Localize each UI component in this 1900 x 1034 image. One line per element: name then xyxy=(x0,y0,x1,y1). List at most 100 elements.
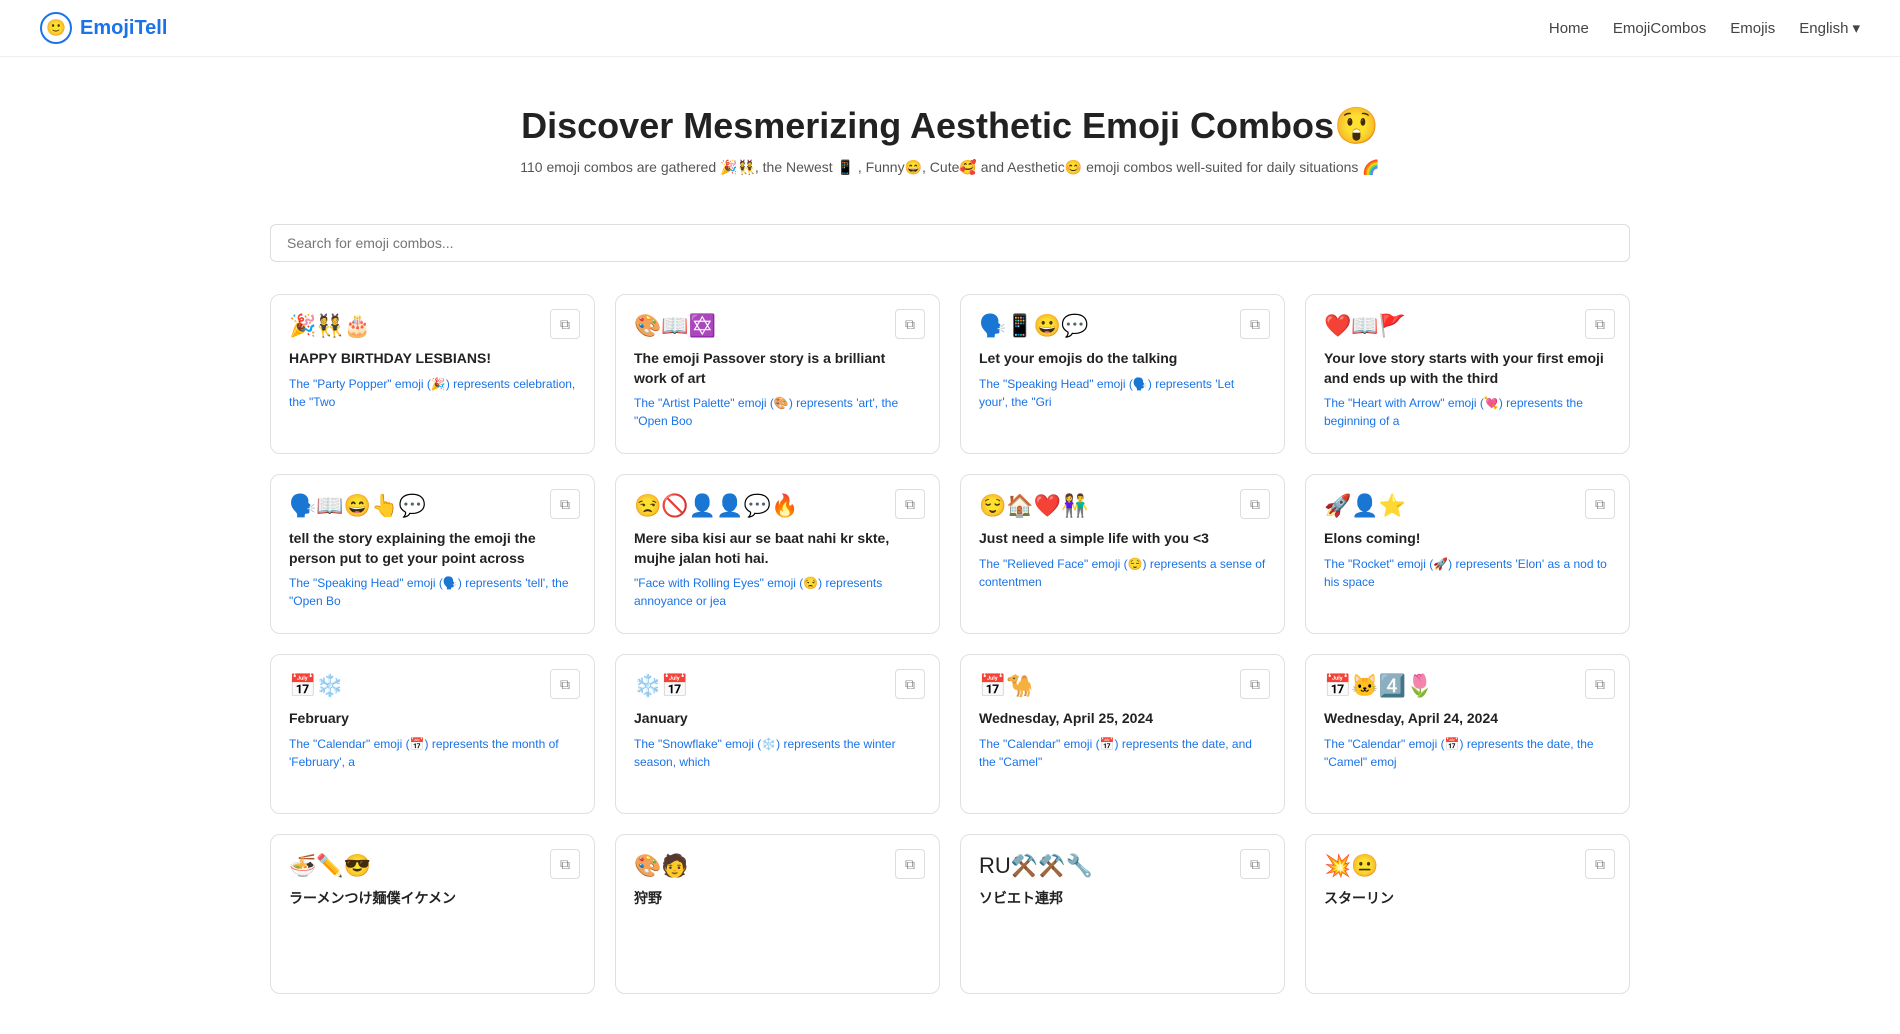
copy-button[interactable]: ⧉ xyxy=(1585,669,1615,699)
nav-emojis[interactable]: Emojis xyxy=(1730,20,1775,37)
copy-button[interactable]: ⧉ xyxy=(550,309,580,339)
card-emojis: 💥😐 xyxy=(1324,853,1611,879)
card-emojis: 🚀👤⭐ xyxy=(1324,493,1611,519)
card-description: The "Relieved Face" emoji (😌) represents… xyxy=(979,555,1266,591)
card-title: Mere siba kisi aur se baat nahi kr skte,… xyxy=(634,529,921,568)
card: 😒🚫👤👤💬🔥 ⧉ Mere siba kisi aur se baat nahi… xyxy=(615,474,940,634)
card: 📅🐱4️⃣🌷 ⧉ Wednesday, April 24, 2024 The "… xyxy=(1305,654,1630,814)
card-emojis: 😌🏠❤️👫 xyxy=(979,493,1266,519)
copy-icon: ⧉ xyxy=(905,496,915,513)
logo-icon: 🙂 xyxy=(40,12,72,44)
copy-icon: ⧉ xyxy=(560,496,570,513)
copy-button[interactable]: ⧉ xyxy=(895,849,925,879)
nav-links: Home EmojiCombos Emojis English ▾ xyxy=(1549,19,1860,37)
copy-button[interactable]: ⧉ xyxy=(550,669,580,699)
copy-icon: ⧉ xyxy=(1250,496,1260,513)
card-description: The "Snowflake" emoji (❄️) represents th… xyxy=(634,735,921,771)
copy-button[interactable]: ⧉ xyxy=(1585,849,1615,879)
card-emojis: 🗣️📱😀💬 xyxy=(979,313,1266,339)
cards-grid: 🎉👯🎂 ⧉ HAPPY BIRTHDAY LESBIANS! The "Part… xyxy=(250,294,1650,1034)
logo-text: EmojiTell xyxy=(80,17,167,40)
logo-link[interactable]: 🙂 EmojiTell xyxy=(40,12,167,44)
page-title: Discover Mesmerizing Aesthetic Emoji Com… xyxy=(20,105,1880,147)
hero-subtitle: 110 emoji combos are gathered 🎉👯, the Ne… xyxy=(20,159,1880,176)
copy-icon: ⧉ xyxy=(560,856,570,873)
card: 🚀👤⭐ ⧉ Elons coming! The "Rocket" emoji (… xyxy=(1305,474,1630,634)
copy-icon: ⧉ xyxy=(905,856,915,873)
card-emojis: 📅🐱4️⃣🌷 xyxy=(1324,673,1611,699)
card-title: Let your emojis do the talking xyxy=(979,349,1266,369)
card-emojis: 📅🐪 xyxy=(979,673,1266,699)
language-selector[interactable]: English ▾ xyxy=(1799,19,1860,37)
copy-button[interactable]: ⧉ xyxy=(895,489,925,519)
card-title: ラーメンつけ麺僕イケメン xyxy=(289,889,576,909)
card-description: The "Calendar" emoji (📅) represents the … xyxy=(1324,735,1611,771)
card: 🗣️📱😀💬 ⧉ Let your emojis do the talking T… xyxy=(960,294,1285,454)
card-title: スターリン xyxy=(1324,889,1611,909)
copy-button[interactable]: ⧉ xyxy=(1240,489,1270,519)
card: 😌🏠❤️👫 ⧉ Just need a simple life with you… xyxy=(960,474,1285,634)
copy-button[interactable]: ⧉ xyxy=(1585,489,1615,519)
copy-button[interactable]: ⧉ xyxy=(1240,309,1270,339)
card: RU⚒️⚒️🔧 ⧉ ソビエト連邦 xyxy=(960,834,1285,994)
card-description: The "Calendar" emoji (📅) represents the … xyxy=(979,735,1266,771)
card: ❄️📅 ⧉ January The "Snowflake" emoji (❄️)… xyxy=(615,654,940,814)
copy-button[interactable]: ⧉ xyxy=(1240,849,1270,879)
card: 📅🐪 ⧉ Wednesday, April 25, 2024 The "Cale… xyxy=(960,654,1285,814)
card-emojis: 😒🚫👤👤💬🔥 xyxy=(634,493,921,519)
card-description: "Face with Rolling Eyes" emoji (😒) repre… xyxy=(634,574,921,610)
copy-button[interactable]: ⧉ xyxy=(895,309,925,339)
card-title: Just need a simple life with you <3 xyxy=(979,529,1266,549)
card-emojis: 🎨🧑 xyxy=(634,853,921,879)
card-title: January xyxy=(634,709,921,729)
card: 🎉👯🎂 ⧉ HAPPY BIRTHDAY LESBIANS! The "Part… xyxy=(270,294,595,454)
card-title: February xyxy=(289,709,576,729)
navbar: 🙂 EmojiTell Home EmojiCombos Emojis Engl… xyxy=(0,0,1900,57)
chevron-down-icon: ▾ xyxy=(1852,19,1860,37)
card: 🎨🧑 ⧉ 狩野 xyxy=(615,834,940,994)
card-emojis: 🎉👯🎂 xyxy=(289,313,576,339)
card-description: The "Calendar" emoji (📅) represents the … xyxy=(289,735,576,771)
copy-icon: ⧉ xyxy=(1595,316,1605,333)
card-title: HAPPY BIRTHDAY LESBIANS! xyxy=(289,349,576,369)
card-description: The "Party Popper" emoji (🎉) represents … xyxy=(289,375,576,411)
card-title: Your love story starts with your first e… xyxy=(1324,349,1611,388)
card-description: The "Artist Palette" emoji (🎨) represent… xyxy=(634,394,921,430)
search-bar xyxy=(250,224,1650,262)
card-emojis: RU⚒️⚒️🔧 xyxy=(979,853,1266,879)
card-title: Elons coming! xyxy=(1324,529,1611,549)
card-description: The "Rocket" emoji (🚀) represents 'Elon'… xyxy=(1324,555,1611,591)
card: 💥😐 ⧉ スターリン xyxy=(1305,834,1630,994)
card-title: ソビエト連邦 xyxy=(979,889,1266,909)
card: 📅❄️ ⧉ February The "Calendar" emoji (📅) … xyxy=(270,654,595,814)
copy-icon: ⧉ xyxy=(905,316,915,333)
copy-button[interactable]: ⧉ xyxy=(1240,669,1270,699)
card-description: The "Heart with Arrow" emoji (💘) represe… xyxy=(1324,394,1611,430)
hero-section: Discover Mesmerizing Aesthetic Emoji Com… xyxy=(0,57,1900,224)
card-title: The emoji Passover story is a brilliant … xyxy=(634,349,921,388)
copy-button[interactable]: ⧉ xyxy=(550,849,580,879)
nav-emoji-combos[interactable]: EmojiCombos xyxy=(1613,20,1706,37)
card-emojis: 📅❄️ xyxy=(289,673,576,699)
nav-home[interactable]: Home xyxy=(1549,20,1589,37)
copy-icon: ⧉ xyxy=(1595,856,1605,873)
copy-button[interactable]: ⧉ xyxy=(550,489,580,519)
card-emojis: ❤️📖🚩 xyxy=(1324,313,1611,339)
search-input[interactable] xyxy=(270,224,1630,262)
card-emojis: 🎨📖✡️ xyxy=(634,313,921,339)
card-title: 狩野 xyxy=(634,889,921,909)
card: ❤️📖🚩 ⧉ Your love story starts with your … xyxy=(1305,294,1630,454)
copy-icon: ⧉ xyxy=(1250,676,1260,693)
card: 🎨📖✡️ ⧉ The emoji Passover story is a bri… xyxy=(615,294,940,454)
card-emojis: ❄️📅 xyxy=(634,673,921,699)
copy-button[interactable]: ⧉ xyxy=(895,669,925,699)
card-description: The "Speaking Head" emoji (🗣️) represent… xyxy=(979,375,1266,411)
card-description: The "Speaking Head" emoji (🗣️) represent… xyxy=(289,574,576,610)
copy-icon: ⧉ xyxy=(560,676,570,693)
card: 🗣️📖😄👆💬 ⧉ tell the story explaining the e… xyxy=(270,474,595,634)
copy-icon: ⧉ xyxy=(1250,856,1260,873)
copy-icon: ⧉ xyxy=(1250,316,1260,333)
card-title: tell the story explaining the emoji the … xyxy=(289,529,576,568)
copy-button[interactable]: ⧉ xyxy=(1585,309,1615,339)
card-emojis: 🍜✏️😎 xyxy=(289,853,576,879)
